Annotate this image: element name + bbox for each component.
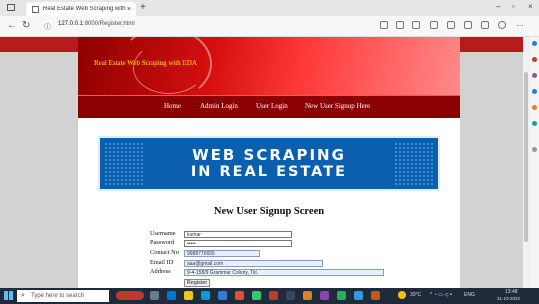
favorite-star-icon[interactable] [412, 21, 420, 29]
email-input[interactable]: aaa@gmail.com [184, 260, 323, 267]
file-explorer-icon[interactable] [184, 291, 193, 300]
scrollbar-thumb[interactable] [524, 72, 528, 242]
url-host: 127.0.0.1 [58, 21, 84, 27]
extensions-icon[interactable] [481, 21, 489, 29]
task-view-icon[interactable] [150, 291, 159, 300]
collections-icon[interactable] [464, 21, 472, 29]
mail-icon[interactable] [218, 291, 227, 300]
hero-line-2: IN REAL ESTATE [190, 164, 348, 180]
favorites-icon[interactable] [447, 21, 455, 29]
nav-new-user-signup[interactable]: New User Signup Here [305, 102, 370, 110]
read-aloud-icon[interactable] [396, 21, 404, 29]
minimize-button[interactable]: – [496, 2, 500, 11]
app-icon-orange[interactable] [303, 291, 312, 300]
windows-taskbar: ⌕ Type here to search 30°C ^ ◔ ▭ ◁ ◓ ENG… [0, 288, 539, 304]
hero-line-1: WEB SCRAPING [192, 146, 346, 164]
office-icon[interactable] [532, 105, 537, 110]
tab-title: Real Estate Web Scraping with E [43, 6, 127, 12]
split-screen-icon[interactable] [430, 21, 438, 29]
tab-actions-icon[interactable] [7, 4, 15, 11]
edge-sidebar [530, 37, 539, 288]
app-icon-brown[interactable] [371, 291, 380, 300]
app-icon-purple[interactable] [320, 291, 329, 300]
tray-icons[interactable]: ^ ◔ ▭ ◁ ◓ [430, 292, 453, 298]
key-icon[interactable] [380, 21, 388, 29]
header-banner: Real Estate Web Scraping with EDA [78, 37, 460, 101]
store-icon[interactable] [201, 291, 210, 300]
app-icon-dark[interactable] [286, 291, 295, 300]
nav-user-login[interactable]: User Login [256, 102, 288, 110]
address-input[interactable]: 9-4-158/9 Grammar Colony, Tol. [184, 269, 384, 276]
windows-start-icon[interactable] [4, 291, 13, 300]
shopping-icon[interactable] [532, 57, 537, 62]
url-path: :8000/Register.html [83, 21, 135, 27]
weather-sun-icon [398, 291, 406, 299]
add-sidebar-icon[interactable] [532, 147, 537, 152]
outlook-icon[interactable] [532, 121, 537, 126]
games-icon[interactable] [532, 89, 537, 94]
close-window-button[interactable]: × [528, 2, 533, 11]
site-title: Real Estate Web Scraping with EDA [94, 59, 197, 67]
banner-swirl-inner [133, 42, 205, 94]
page-favicon-icon [32, 5, 39, 13]
app-icon-green[interactable] [252, 291, 261, 300]
app-icon-red[interactable] [269, 291, 278, 300]
app-icon-teal[interactable] [337, 291, 346, 300]
language-indicator[interactable]: ENG [464, 292, 475, 298]
password-label: Password [150, 239, 175, 246]
username-input[interactable]: kumar [184, 231, 292, 238]
address-bar: ← ↻ ⓘ 127.0.0.1:8000/Register.html ⋯ [0, 16, 539, 37]
nav-home[interactable]: Home [164, 102, 181, 110]
username-label: Username [150, 230, 176, 237]
taskbar-search-box[interactable]: ⌕ Type here to search [17, 290, 109, 302]
edge-browser-icon[interactable] [167, 291, 176, 300]
tools-icon[interactable] [532, 73, 537, 78]
password-input[interactable]: ••••• [184, 240, 292, 247]
profile-icon[interactable] [498, 21, 506, 29]
back-arrow-icon[interactable]: ← [7, 20, 17, 31]
weather-temp[interactable]: 30°C [410, 292, 421, 298]
address-label: Address [150, 268, 171, 275]
site-container: Real Estate Web Scraping with EDA Home A… [78, 37, 460, 288]
search-icon: ⌕ [21, 292, 25, 299]
browser-tab[interactable]: Real Estate Web Scraping with E × [26, 2, 136, 16]
taskbar-search-placeholder: Type here to search [31, 293, 85, 299]
refresh-icon[interactable]: ↻ [22, 20, 30, 31]
hero-image: WEB SCRAPING IN REAL ESTATE [98, 136, 440, 191]
new-tab-button[interactable]: + [140, 2, 146, 13]
info-icon[interactable]: ⓘ [44, 22, 51, 32]
nav-admin-login[interactable]: Admin Login [200, 102, 238, 110]
form-title: New User Signup Screen [213, 206, 325, 217]
search-sidebar-icon[interactable] [532, 41, 537, 46]
more-options-icon[interactable]: ⋯ [516, 21, 524, 30]
weather-widget-icon[interactable] [116, 291, 144, 300]
register-button[interactable]: Register [184, 279, 210, 287]
contact-label: Contact No [150, 249, 179, 256]
url-field[interactable]: 127.0.0.1:8000/Register.html [58, 21, 135, 27]
clock-time[interactable]: 13:48 [505, 289, 518, 295]
app-icon-blue[interactable] [354, 291, 363, 300]
clock-date[interactable]: 31-10-2022 [497, 296, 520, 301]
maximize-button[interactable]: ▫ [512, 2, 515, 11]
email-label: Email ID [150, 259, 174, 266]
tab-close-icon[interactable]: × [127, 6, 131, 13]
page-viewport: Real Estate Web Scraping with EDA Home A… [0, 37, 523, 288]
contact-input[interactable]: 9988776655 [184, 250, 260, 257]
browser-tab-bar: Real Estate Web Scraping with E × + – ▫ … [0, 0, 539, 16]
main-nav: Home Admin Login User Login New User Sig… [78, 95, 460, 118]
chrome-icon[interactable] [235, 291, 244, 300]
